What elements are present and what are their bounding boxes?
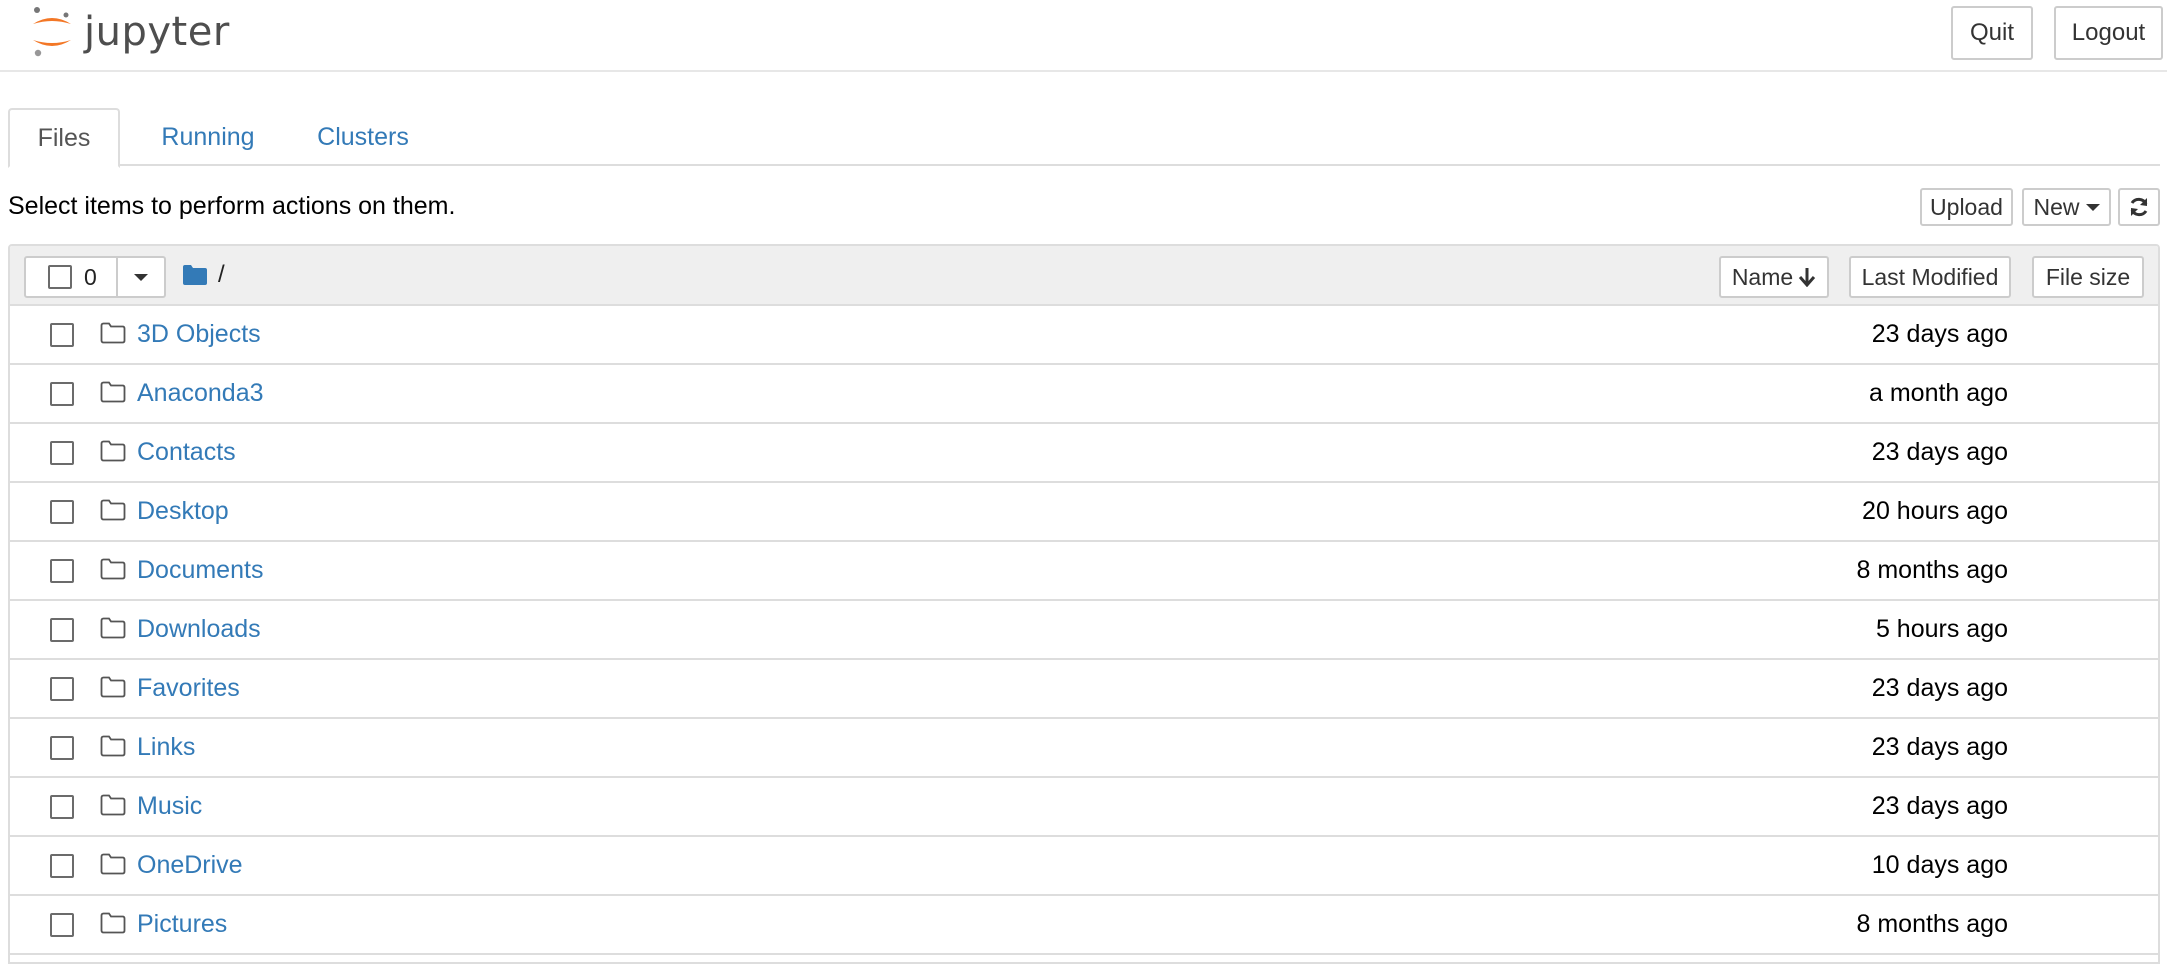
folder-icon xyxy=(100,676,126,698)
item-checkbox[interactable] xyxy=(50,854,74,878)
folder-icon xyxy=(100,499,126,521)
item-last-modified: 8 months ago xyxy=(1856,910,2009,938)
list-item[interactable]: 3D Objects 23 days ago xyxy=(10,306,2158,365)
selection-hint: Select items to perform actions on them. xyxy=(8,192,456,220)
item-checkbox[interactable] xyxy=(50,323,74,347)
selected-count: 0 xyxy=(84,263,97,290)
item-last-modified: 20 hours ago xyxy=(1862,497,2008,525)
sort-by-name-button[interactable]: Name xyxy=(1719,256,1829,298)
tab-clusters[interactable]: Clusters xyxy=(298,108,428,166)
list-item[interactable]: Downloads 5 hours ago xyxy=(10,601,2158,660)
item-last-modified: 5 hours ago xyxy=(1875,615,2008,643)
folder-icon xyxy=(100,440,126,462)
sort-name-label: Name xyxy=(1731,263,1794,290)
folder-icon xyxy=(100,322,126,344)
caret-down-icon xyxy=(134,273,148,281)
list-item[interactable]: Favorites 23 days ago xyxy=(10,660,2158,719)
item-checkbox[interactable] xyxy=(50,795,74,819)
tab-running[interactable]: Running xyxy=(143,108,273,166)
folder-icon[interactable] xyxy=(182,264,208,286)
item-name-link[interactable]: Anaconda3 xyxy=(137,379,264,408)
item-last-modified: 8 months ago xyxy=(1856,556,2009,584)
item-last-modified: a month ago xyxy=(1869,379,2008,407)
new-dropdown-button[interactable]: New xyxy=(2022,188,2111,226)
jupyter-logo-icon xyxy=(33,7,71,57)
item-last-modified: 23 days ago xyxy=(1871,792,2008,820)
item-checkbox[interactable] xyxy=(50,441,74,465)
breadcrumb: / xyxy=(182,260,225,290)
folder-icon xyxy=(100,558,126,580)
item-checkbox[interactable] xyxy=(50,559,74,583)
select-all-control[interactable]: 0 xyxy=(26,258,118,296)
item-last-modified: 23 days ago xyxy=(1871,320,2008,348)
sort-by-file-size-button[interactable]: File size xyxy=(2032,256,2144,298)
item-name-link[interactable]: Links xyxy=(137,733,195,762)
item-name-link[interactable]: Downloads xyxy=(137,615,261,644)
item-name-link[interactable]: Contacts xyxy=(137,438,236,467)
list-item[interactable]: Music 23 days ago xyxy=(10,778,2158,837)
item-checkbox[interactable] xyxy=(50,677,74,701)
refresh-icon xyxy=(2130,197,2148,217)
breadcrumb-root[interactable]: / xyxy=(218,261,225,289)
folder-icon xyxy=(100,381,126,403)
quit-button[interactable]: Quit xyxy=(1951,6,2033,60)
caret-down-icon xyxy=(2085,203,2100,211)
item-name-link[interactable]: Desktop xyxy=(137,497,229,526)
item-checkbox[interactable] xyxy=(50,618,74,642)
list-item[interactable]: Links 23 days ago xyxy=(10,719,2158,778)
jupyter-logo[interactable]: jupyter xyxy=(30,4,230,60)
list-item[interactable]: Anaconda3 a month ago xyxy=(10,365,2158,424)
folder-icon xyxy=(100,617,126,639)
logo-text: jupyter xyxy=(84,9,230,55)
list-item[interactable]: OneDrive 10 days ago xyxy=(10,837,2158,896)
sort-by-last-modified-button[interactable]: Last Modified xyxy=(1849,256,2011,298)
list-item[interactable]: Desktop 20 hours ago xyxy=(10,483,2158,542)
arrow-down-icon xyxy=(1799,268,1816,287)
item-name-link[interactable]: Favorites xyxy=(137,674,240,703)
logout-button[interactable]: Logout xyxy=(2054,6,2163,60)
folder-icon xyxy=(100,853,126,875)
item-checkbox[interactable] xyxy=(50,382,74,406)
item-name-link[interactable]: OneDrive xyxy=(137,851,243,880)
list-header: 0 / Name Last Modified File size xyxy=(10,246,2158,306)
refresh-button[interactable] xyxy=(2118,188,2160,226)
list-item[interactable]: Pictures 8 months ago xyxy=(10,896,2158,955)
item-checkbox[interactable] xyxy=(50,913,74,937)
item-name-link[interactable]: Documents xyxy=(137,556,263,585)
new-label: New xyxy=(2033,193,2080,220)
select-menu-toggle[interactable] xyxy=(118,258,164,296)
select-all-checkbox[interactable] xyxy=(48,265,72,289)
folder-icon xyxy=(100,794,126,816)
tab-bar: Files Running Clusters xyxy=(8,108,2160,168)
tab-files[interactable]: Files xyxy=(8,108,120,168)
item-last-modified: 23 days ago xyxy=(1871,438,2008,466)
item-last-modified: 10 days ago xyxy=(1871,851,2008,879)
item-name-link[interactable]: 3D Objects xyxy=(137,320,261,349)
upload-button[interactable]: Upload xyxy=(1920,188,2013,226)
list-item[interactable]: Documents 8 months ago xyxy=(10,542,2158,601)
list-item[interactable]: Contacts 23 days ago xyxy=(10,424,2158,483)
item-checkbox[interactable] xyxy=(50,500,74,524)
item-checkbox[interactable] xyxy=(50,736,74,760)
item-last-modified: 23 days ago xyxy=(1871,733,2008,761)
item-name-link[interactable]: Music xyxy=(137,792,202,821)
header-bar: jupyter Quit Logout xyxy=(0,0,2167,72)
folder-icon xyxy=(100,735,126,757)
select-all-group: 0 xyxy=(24,256,166,298)
item-name-link[interactable]: Pictures xyxy=(137,910,227,939)
file-list: 0 / Name Last Modified File size 3D Obje… xyxy=(8,244,2160,964)
folder-icon xyxy=(100,912,126,934)
item-last-modified: 23 days ago xyxy=(1871,674,2008,702)
